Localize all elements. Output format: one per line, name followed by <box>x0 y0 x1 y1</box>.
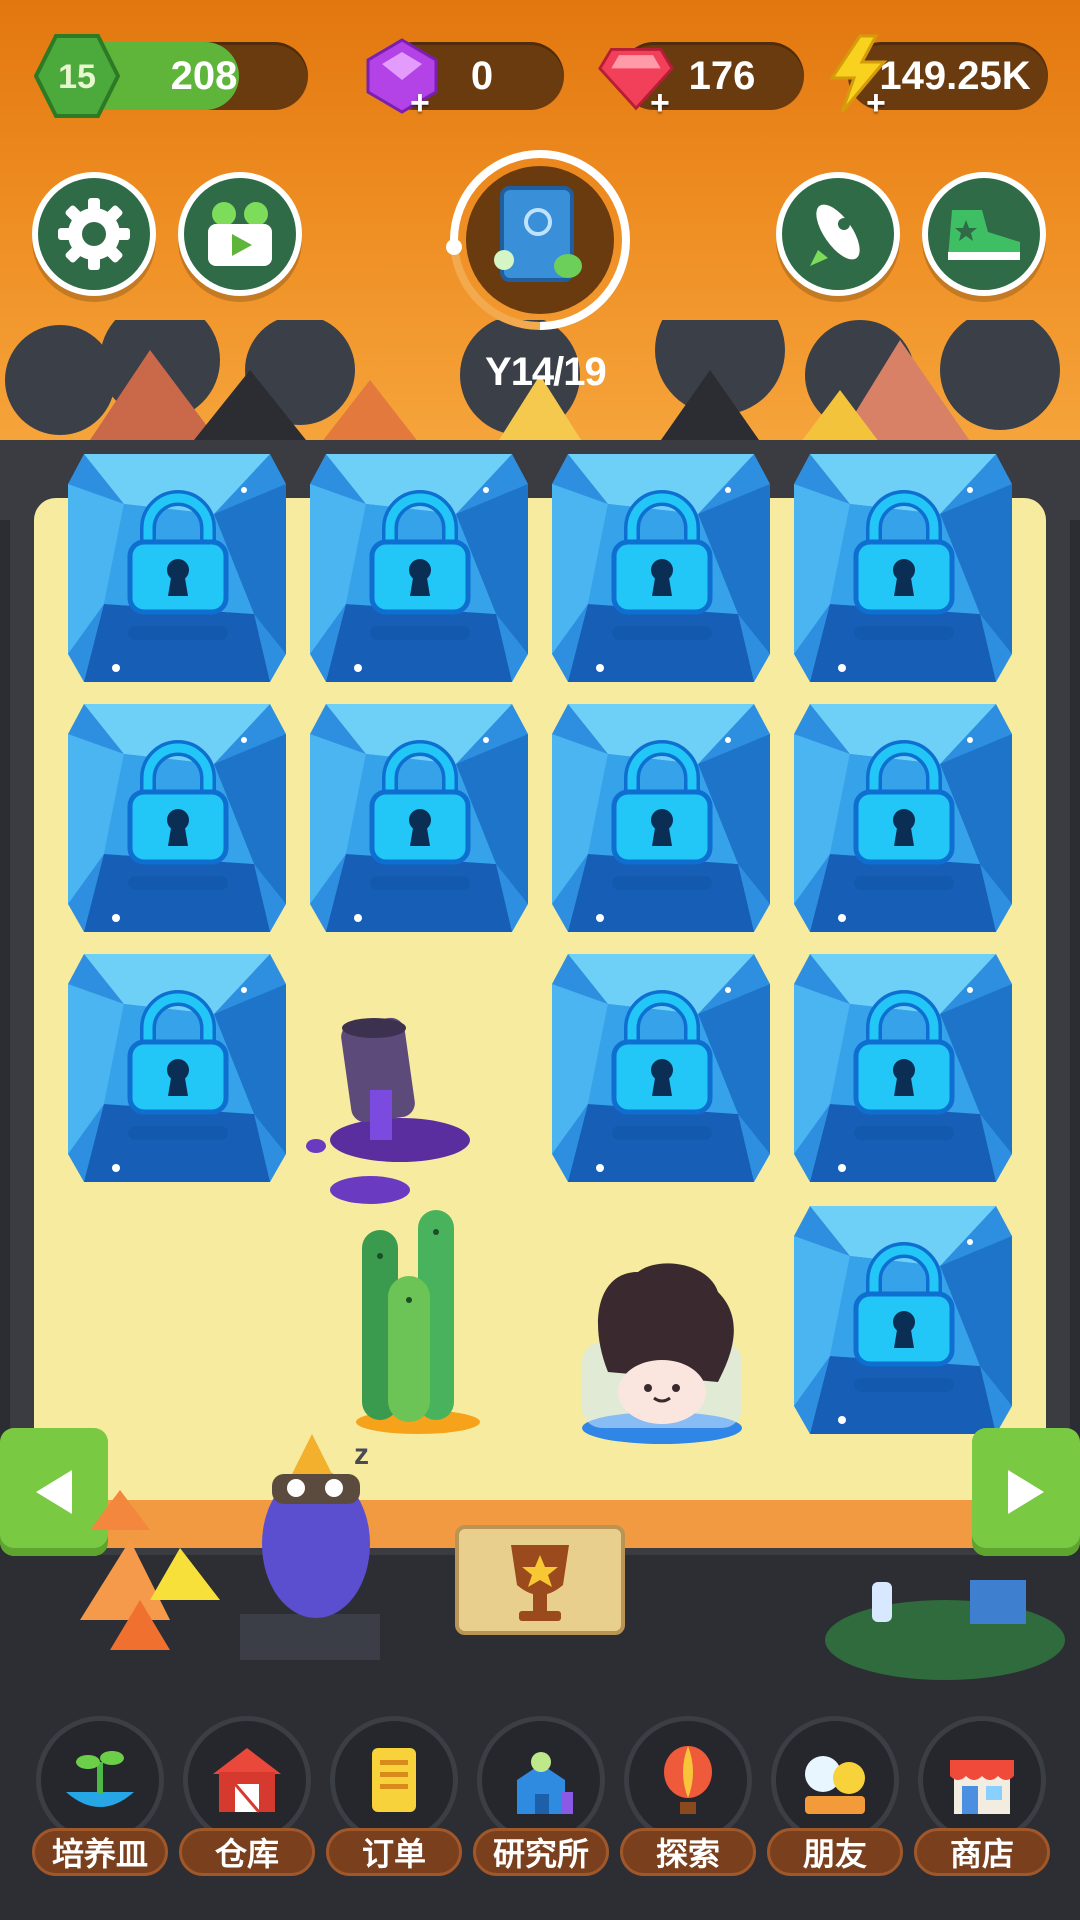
trophy-icon <box>511 1545 569 1621</box>
nav-label: 订单 <box>326 1828 462 1876</box>
nav-warehouse[interactable]: 仓库 <box>179 1716 315 1876</box>
locked-cell[interactable] <box>790 944 1016 1188</box>
nav-icon-circle <box>771 1716 899 1844</box>
rocket-button[interactable] <box>776 172 900 296</box>
slime-pond-decoration <box>825 1580 1065 1680</box>
nav-label: 研究所 <box>473 1828 609 1876</box>
nav-label: 朋友 <box>767 1828 903 1876</box>
nav-icon-circle <box>36 1716 164 1844</box>
nav-icon-circle <box>183 1716 311 1844</box>
friends-icon <box>805 1756 865 1814</box>
sprout-icon <box>66 1751 134 1807</box>
xp-value: 208 <box>170 53 238 98</box>
sneaker-button[interactable] <box>922 172 1046 296</box>
svg-text:z: z <box>354 1438 369 1471</box>
level-number: 15 <box>58 58 96 96</box>
crystal-pile-decoration <box>80 1490 220 1650</box>
shop-icon <box>950 1760 1014 1814</box>
nav-label: 探索 <box>620 1828 756 1876</box>
locked-cell[interactable] <box>64 694 290 938</box>
lab-icon <box>517 1752 573 1814</box>
energy-plus-icon[interactable]: + <box>866 84 886 123</box>
locked-cell[interactable] <box>64 944 290 1188</box>
collection-book-button[interactable] <box>440 140 640 340</box>
sneaker-icon <box>948 210 1020 260</box>
seaweed-creature-item[interactable] <box>578 1262 746 1448</box>
locked-cell[interactable] <box>790 694 1016 938</box>
nav-icon-circle <box>330 1716 458 1844</box>
nav-friends[interactable]: 朋友 <box>767 1716 903 1876</box>
rocket-icon <box>810 204 860 266</box>
nav-label: 商店 <box>914 1828 1050 1876</box>
locked-cell[interactable] <box>548 444 774 688</box>
nav-icon-circle <box>624 1716 752 1844</box>
settings-button[interactable] <box>32 172 156 296</box>
nav-institute[interactable]: 研究所 <box>473 1716 609 1876</box>
locked-cell[interactable] <box>790 444 1016 688</box>
collection-progress-value: 14/19 <box>510 350 607 394</box>
purple-gem-icon <box>366 38 438 114</box>
energy-value: 149.25K <box>879 53 1031 98</box>
arrow-right-icon <box>1008 1470 1044 1514</box>
nav-explore[interactable]: 探索 <box>620 1716 756 1876</box>
sprout-small-icon: Y <box>485 350 512 394</box>
level-badge[interactable]: 15 <box>34 34 120 118</box>
next-board-button[interactable] <box>972 1428 1080 1556</box>
nav-orders[interactable]: 订单 <box>326 1716 462 1876</box>
balloon-icon <box>664 1746 712 1814</box>
locked-cell[interactable] <box>548 944 774 1188</box>
nav-label: 培养皿 <box>32 1828 168 1876</box>
nav-icon-circle <box>477 1716 605 1844</box>
gear-icon <box>58 198 130 270</box>
locked-cell[interactable] <box>548 694 774 938</box>
locked-cell[interactable] <box>64 444 290 688</box>
leaderboard-button[interactable] <box>455 1525 625 1635</box>
nav-shop[interactable]: 商店 <box>914 1716 1050 1876</box>
purple-gem-value: 0 <box>470 53 494 98</box>
red-gem-value: 176 <box>688 53 756 98</box>
collection-progress: Y14/19 <box>485 350 607 395</box>
nav-label: 仓库 <box>179 1828 315 1876</box>
red-gem-plus-icon[interactable]: + <box>650 84 670 123</box>
cactus-item[interactable] <box>352 1200 492 1436</box>
purple-gem-plus-icon[interactable]: + <box>410 84 430 123</box>
sleeping-monster[interactable]: z <box>236 1424 406 1664</box>
video-ad-button[interactable] <box>178 172 302 296</box>
video-camera-icon <box>208 202 272 266</box>
nav-petri-dish[interactable]: 培养皿 <box>32 1716 168 1876</box>
barn-icon <box>213 1748 281 1813</box>
scroll-icon <box>372 1748 416 1812</box>
paint-bucket-item[interactable] <box>300 1010 470 1210</box>
locked-cell[interactable] <box>306 444 532 688</box>
nav-icon-circle <box>918 1716 1046 1844</box>
locked-cell[interactable] <box>790 1196 1016 1440</box>
locked-cell[interactable] <box>306 694 532 938</box>
